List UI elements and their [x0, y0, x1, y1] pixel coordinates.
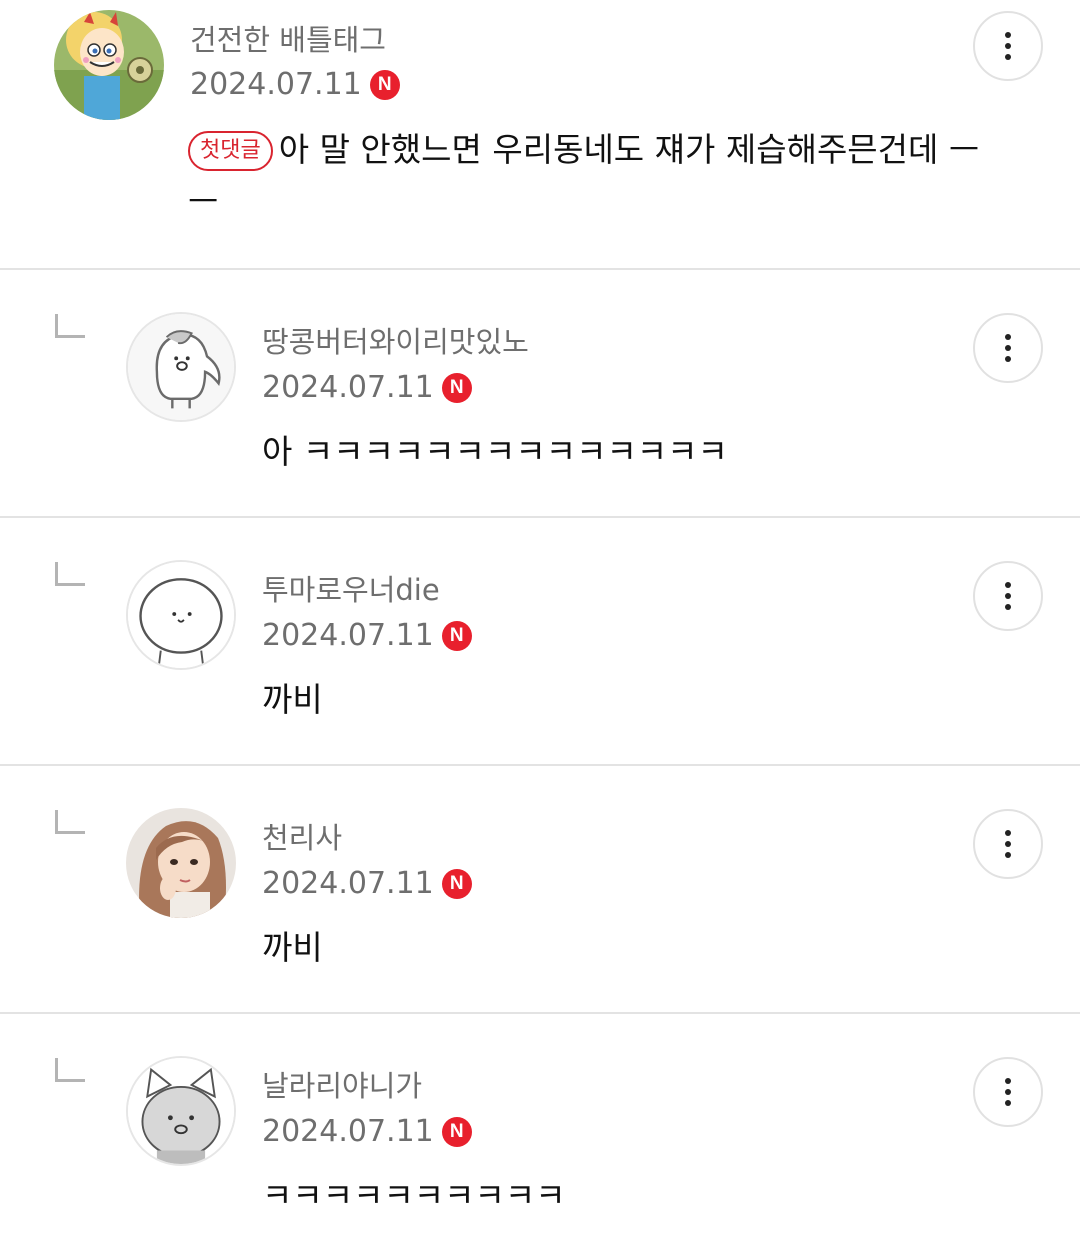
comment-author[interactable]: 건전한 배틀태그 [190, 22, 386, 58]
more-dot [1005, 1089, 1011, 1095]
new-badge-icon: N [441, 373, 472, 403]
more-options-button[interactable] [973, 809, 1043, 879]
more-options-button[interactable] [973, 313, 1043, 383]
avatar[interactable] [126, 808, 236, 918]
avatar-image [128, 314, 234, 420]
more-dot [1005, 1078, 1011, 1084]
new-badge-icon: N [369, 70, 400, 100]
more-dot [1005, 582, 1011, 588]
more-dot [1005, 54, 1011, 60]
comment-meta: 2024.07.11 N [190, 67, 400, 103]
comment-date: 2024.07.11 [262, 370, 434, 405]
comment-text: 아 ㅋㅋㅋㅋㅋㅋㅋㅋㅋㅋㅋㅋㅋㅋ [262, 432, 728, 471]
comment-meta: 2024.07.11 N [262, 866, 472, 902]
avatar-image [128, 562, 234, 668]
avatar[interactable] [54, 10, 164, 120]
reply-arrow-icon [55, 562, 85, 586]
comment-author[interactable]: 천리사 [262, 820, 342, 856]
reply-item: 천리사 2024.07.11 N 까비 [0, 766, 1080, 1014]
avatar-image [128, 1058, 234, 1164]
comment-author[interactable]: 투마로우너die [262, 572, 440, 608]
reply-arrow-icon [55, 1058, 85, 1082]
comment-text-line: 아 말 안했느면 우리동네도 쟤가 제습해주믄건데 ㅡ [278, 130, 980, 169]
more-dot [1005, 830, 1011, 836]
more-options-button[interactable] [973, 11, 1043, 81]
more-dot [1005, 345, 1011, 351]
comment-date: 2024.07.11 [262, 1114, 434, 1149]
comment-meta: 2024.07.11 N [262, 1114, 472, 1150]
comment-author[interactable]: 날라리야니가 [262, 1068, 422, 1104]
comment-text: 첫댓글 아 말 안했느면 우리동네도 쟤가 제습해주믄건데 ㅡ ㅡ [188, 124, 979, 228]
avatar-image [54, 10, 164, 120]
more-dot [1005, 604, 1011, 610]
more-dot [1005, 334, 1011, 340]
more-dot [1005, 32, 1011, 38]
reply-item: 땅콩버터와이리맛있노 2024.07.11 N 아 ㅋㅋㅋㅋㅋㅋㅋㅋㅋㅋㅋㅋㅋㅋ [0, 270, 1080, 518]
comment-text: 까비 [262, 680, 323, 719]
reply-item: 날라리야니가 2024.07.11 N ㅋㅋㅋㅋㅋㅋㅋㅋㅋㅋ [0, 1014, 1080, 1242]
new-badge-icon: N [441, 1117, 472, 1147]
avatar[interactable] [126, 1056, 236, 1166]
comment-text: ㅋㅋㅋㅋㅋㅋㅋㅋㅋㅋ [262, 1176, 566, 1215]
comment-date: 2024.07.11 [262, 866, 434, 901]
reply-arrow-icon [55, 314, 85, 338]
comment-date: 2024.07.11 [190, 67, 362, 102]
more-dot [1005, 841, 1011, 847]
comment-text-line: ㅡ [188, 182, 219, 221]
more-dot [1005, 593, 1011, 599]
first-comment-badge: 첫댓글 [188, 131, 273, 171]
avatar-image [126, 808, 236, 918]
reply-item: 투마로우너die 2024.07.11 N 까비 [0, 518, 1080, 766]
comment-meta: 2024.07.11 N [262, 370, 472, 406]
more-dot [1005, 852, 1011, 858]
more-options-button[interactable] [973, 1057, 1043, 1127]
comment-item: 건전한 배틀태그 2024.07.11 N 첫댓글 아 말 안했느면 우리동네도 … [0, 0, 1080, 270]
new-badge-icon: N [441, 621, 472, 651]
comment-author[interactable]: 땅콩버터와이리맛있노 [262, 324, 529, 360]
comment-meta: 2024.07.11 N [262, 618, 472, 654]
reply-arrow-icon [55, 810, 85, 834]
avatar[interactable] [126, 312, 236, 422]
more-options-button[interactable] [973, 561, 1043, 631]
comment-text: 까비 [262, 928, 323, 967]
more-dot [1005, 356, 1011, 362]
avatar[interactable] [126, 560, 236, 670]
more-dot [1005, 43, 1011, 49]
new-badge-icon: N [441, 869, 472, 899]
more-dot [1005, 1100, 1011, 1106]
comment-date: 2024.07.11 [262, 618, 434, 653]
